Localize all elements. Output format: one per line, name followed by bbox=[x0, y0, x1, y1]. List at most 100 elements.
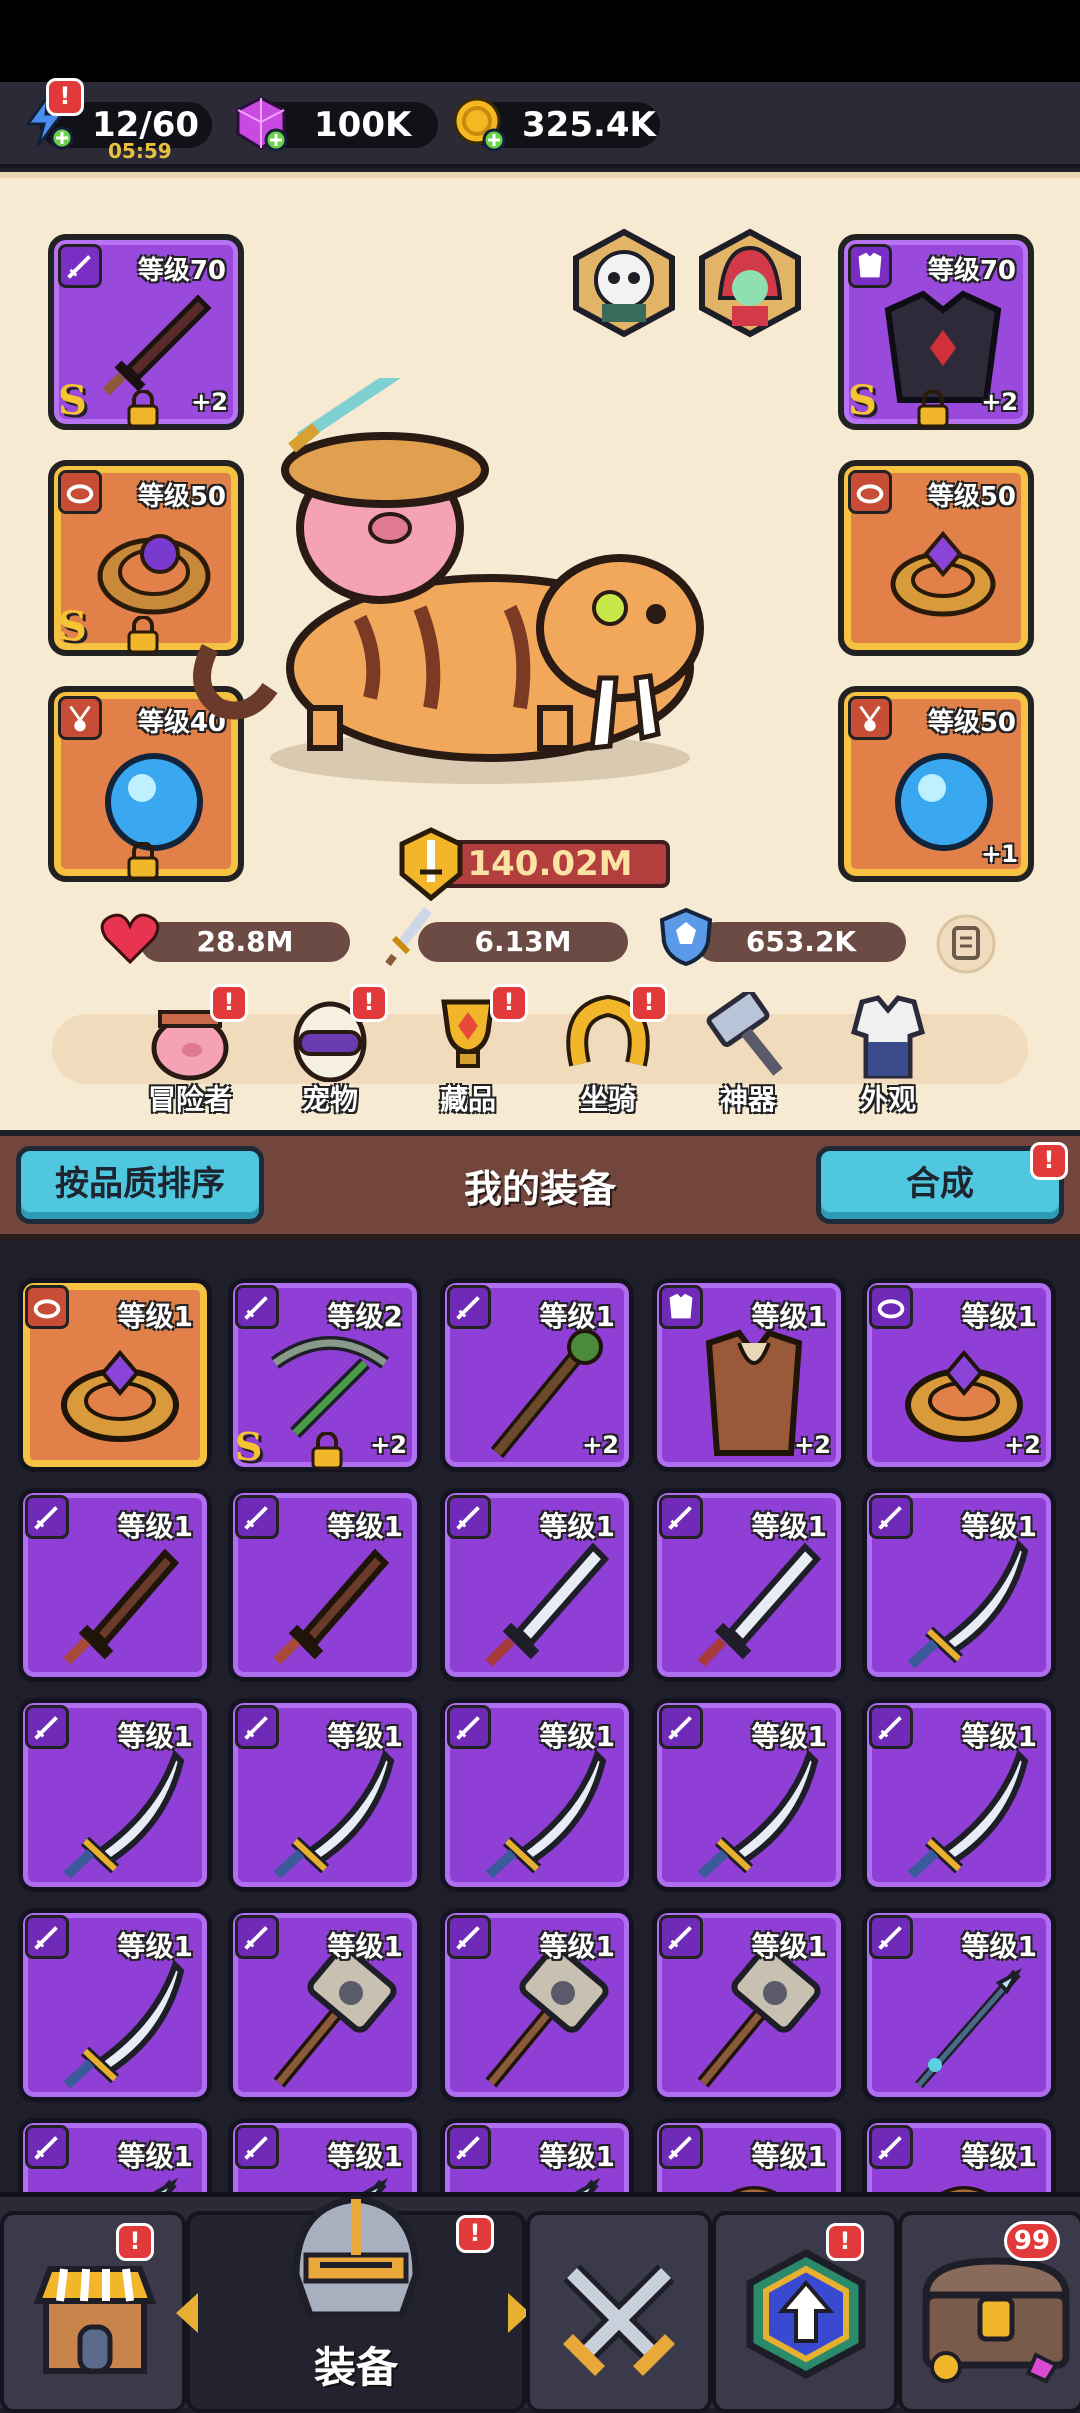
inventory-item[interactable]: 等级1 bbox=[228, 1698, 422, 1892]
item-level: 等级1 bbox=[117, 1510, 193, 1543]
sort-by-quality-button[interactable]: 按品质排序 bbox=[16, 1146, 264, 1224]
ring-icon bbox=[848, 470, 892, 514]
chest-count-badge: 99 bbox=[1004, 2221, 1060, 2261]
item-level: 等级1 bbox=[751, 1720, 827, 1753]
grade-badge: S bbox=[848, 377, 877, 424]
inventory-item[interactable]: 等级1 bbox=[440, 1488, 634, 1682]
tab-battle[interactable] bbox=[526, 2211, 712, 2413]
inventory-item[interactable]: 等级1 bbox=[862, 2118, 1056, 2192]
slot-level: 等级50 bbox=[927, 482, 1016, 512]
inventory-item[interactable]: 等级1 bbox=[440, 1698, 634, 1892]
status-bar bbox=[0, 0, 1080, 82]
inventory-item[interactable]: 等级1 bbox=[440, 1908, 634, 2102]
combat-power-value: 140.02M bbox=[430, 840, 670, 888]
tab-shop[interactable]: ! bbox=[0, 2211, 186, 2413]
hp-stat: 28.8M bbox=[140, 922, 350, 962]
gems-value: 100K bbox=[314, 105, 412, 145]
tab-upgrade[interactable]: ! bbox=[712, 2211, 898, 2413]
merge-button[interactable]: 合成 bbox=[816, 1146, 1064, 1224]
inventory-item[interactable]: 等级1 bbox=[652, 1698, 846, 1892]
bottom-tab-bar: ! ! 装备 ! 99 bbox=[0, 2192, 1080, 2413]
item-level: 等级1 bbox=[117, 1930, 193, 1963]
energy-timer: 05:59 bbox=[108, 139, 172, 163]
lock-icon bbox=[127, 842, 159, 880]
inventory-item[interactable]: 等级1 bbox=[228, 1488, 422, 1682]
hero-character-art bbox=[193, 378, 704, 784]
nav-artifact[interactable]: 神器 bbox=[688, 992, 808, 1118]
nav-label: 藏品 bbox=[439, 1083, 496, 1116]
item-level: 等级1 bbox=[117, 1300, 193, 1333]
item-level: 等级1 bbox=[751, 1510, 827, 1543]
defense-stat: 653.2K bbox=[696, 922, 906, 962]
nav-label: 宠物 bbox=[301, 1083, 358, 1116]
item-level: 等级1 bbox=[539, 1720, 615, 1753]
inventory-item[interactable]: 等级1 bbox=[862, 1908, 1056, 2102]
slot-level: 等级50 bbox=[927, 708, 1016, 738]
equipped-ring-slot-right[interactable]: 等级50 bbox=[838, 460, 1034, 656]
inventory-item[interactable]: 等级1 bbox=[18, 1908, 212, 2102]
inventory-item[interactable]: 等级1 bbox=[18, 2118, 212, 2192]
inventory-item[interactable]: 等级1 +2 bbox=[440, 1278, 634, 1472]
inventory-grid: 等级1 等级2 S +2 等级1 +2 等级1 +2 等级1 +2 等级1 等级1 等级1 等级1 等级1 等… bbox=[0, 1240, 1080, 2192]
merge-alert-badge: ! bbox=[1030, 1142, 1068, 1180]
inventory-item[interactable]: 等级1 bbox=[228, 1908, 422, 2102]
nav-label: 坐骑 bbox=[579, 1083, 636, 1116]
tab-chest[interactable]: 99 bbox=[898, 2211, 1080, 2413]
red-hood-companion-avatar[interactable] bbox=[694, 228, 806, 338]
item-level: 等级1 bbox=[751, 1930, 827, 1963]
equipment-header-bar: 按品质排序 我的装备 合成 ! bbox=[0, 1130, 1080, 1240]
my-equipment-title: 我的装备 bbox=[463, 1167, 616, 1211]
nav-alert-badge: ! bbox=[490, 984, 528, 1022]
tab-equipment[interactable]: ! 装备 bbox=[176, 2195, 530, 2413]
inventory-item[interactable]: 等级1 bbox=[652, 1488, 846, 1682]
item-level: 等级2 bbox=[327, 1300, 403, 1333]
inventory-item[interactable]: 等级1 bbox=[18, 1278, 212, 1472]
item-level: 等级1 bbox=[327, 1720, 403, 1753]
inventory-item[interactable]: 等级1 bbox=[18, 1698, 212, 1892]
item-level: 等级1 bbox=[539, 1300, 615, 1333]
inventory-item[interactable]: 等级1 bbox=[862, 1698, 1056, 1892]
nav-appearance[interactable]: 外观 bbox=[828, 992, 948, 1118]
plus-badge: +2 bbox=[370, 1431, 407, 1459]
plus-badge: +2 bbox=[582, 1431, 619, 1459]
woodsword-art bbox=[273, 1548, 390, 1665]
item-level: 等级1 bbox=[327, 2140, 403, 2173]
lock-icon bbox=[127, 616, 159, 654]
inventory-item[interactable]: 等级1 +2 bbox=[652, 1278, 846, 1472]
inventory-item[interactable]: 等级1 bbox=[18, 1488, 212, 1682]
skeleton-companion-avatar[interactable] bbox=[568, 228, 680, 338]
nav-alert-badge: ! bbox=[350, 984, 388, 1022]
tab-left-arrow[interactable] bbox=[176, 2293, 198, 2333]
inventory-item[interactable]: 等级1 bbox=[652, 2118, 846, 2192]
item-level: 等级1 bbox=[327, 1930, 403, 1963]
scimitar-art bbox=[63, 1749, 185, 1879]
inventory-item[interactable]: 等级1 +2 bbox=[862, 1278, 1056, 1472]
item-level: 等级1 bbox=[961, 1720, 1037, 1753]
hammer-art bbox=[697, 1953, 821, 2088]
hammer-art bbox=[485, 1953, 609, 2088]
inventory-item[interactable]: 等级1 bbox=[652, 1908, 846, 2102]
inventory-item[interactable]: 等级1 bbox=[862, 1488, 1056, 1682]
item-level: 等级1 bbox=[539, 1930, 615, 1963]
inventory-item[interactable]: 等级1 bbox=[440, 2118, 634, 2192]
equipped-amulet-slot-right[interactable]: 等级50 +1 bbox=[838, 686, 1034, 882]
amulet-icon bbox=[58, 696, 102, 740]
item-level: 等级1 bbox=[751, 2140, 827, 2173]
heart-icon bbox=[100, 913, 160, 965]
upgrade-alert-badge: ! bbox=[826, 2223, 864, 2261]
lock-icon bbox=[311, 1432, 343, 1470]
hammer-art bbox=[273, 1953, 397, 2088]
nav-label: 冒险者 bbox=[147, 1083, 232, 1116]
sword-stat-icon bbox=[385, 906, 432, 967]
inventory-item[interactable]: 等级1 bbox=[228, 2118, 422, 2192]
plus-badge: +2 bbox=[1004, 1431, 1041, 1459]
lock-icon bbox=[917, 390, 949, 428]
hammer-icon bbox=[706, 992, 783, 1076]
crossed-swords-icon bbox=[563, 2264, 675, 2376]
nav-alert-badge: ! bbox=[630, 984, 668, 1022]
lock-icon bbox=[127, 390, 159, 428]
plus-badge: +2 bbox=[981, 388, 1018, 416]
nav-alert-badge: ! bbox=[210, 984, 248, 1022]
stats-detail-icon[interactable] bbox=[934, 912, 998, 976]
scimitar-art bbox=[63, 1959, 185, 2089]
